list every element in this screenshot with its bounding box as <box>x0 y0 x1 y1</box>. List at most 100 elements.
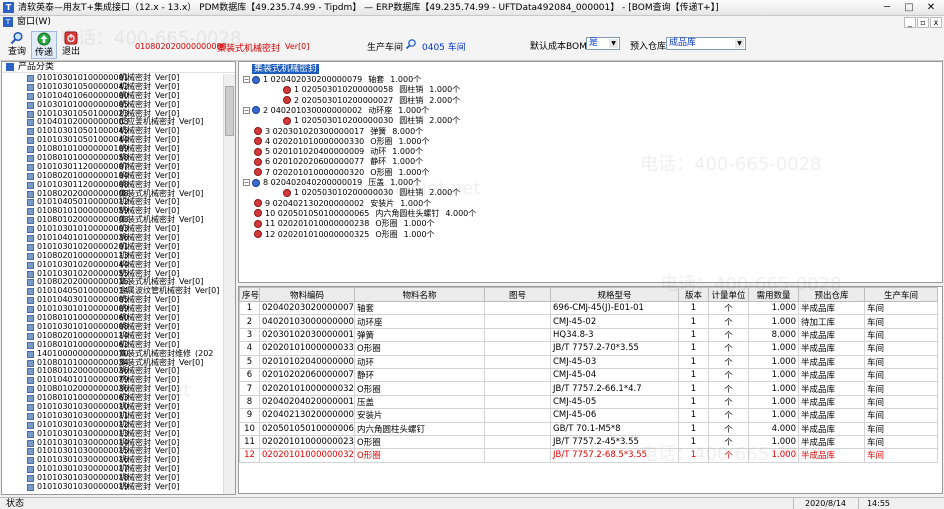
tree-node-qty: 8.000个 <box>392 126 424 136</box>
transfer-icon <box>37 32 51 46</box>
collapse-toggle-icon[interactable]: − <box>243 106 250 114</box>
bom-select[interactable]: 是 ▼ <box>586 37 620 50</box>
tree-node[interactable]: − 2 040201030000000002 动环座 1.000个 <box>243 106 429 116</box>
table-cell: CMJ-45-04 <box>550 367 679 383</box>
product-list: 010103010100000001机械密封 Ver[0] 010103010500… <box>2 73 223 492</box>
product-icon <box>27 430 34 438</box>
tree-node-code: 7 020201010000000320 <box>265 167 365 177</box>
column-header[interactable]: 物料编码 <box>259 287 355 302</box>
part-icon <box>252 106 260 115</box>
tree-node[interactable]: 7 020201010000000320 O形圈 1.000个 <box>243 168 429 178</box>
tree-node[interactable]: 1 020503010200000058 圆柱销 1.000个 <box>283 85 460 95</box>
table-cell: 车间 <box>864 341 938 356</box>
table-cell: 个 <box>708 448 749 463</box>
tree-node-qty: 2.000个 <box>429 116 461 126</box>
chevron-down-icon: ▼ <box>609 39 618 48</box>
tree-node[interactable]: 3 020301020300000017 弹簧 8.000个 <box>243 127 423 137</box>
warehouse-select[interactable]: 成品库 ▼ <box>666 37 746 50</box>
warehouse-label: 预入仓库 <box>630 42 667 52</box>
tree-node[interactable]: 1 020503010200000030 圆柱销 2.000个 <box>283 116 460 126</box>
exit-button[interactable]: 退出 <box>58 31 84 59</box>
maximize-button[interactable]: □ <box>898 1 920 15</box>
product-name: 机械密封 <box>119 464 151 474</box>
category-scrollbar[interactable] <box>223 74 235 494</box>
tree-node[interactable]: 10 020501050100000065 内六角圆柱头螺钉 4.000个 <box>243 209 476 219</box>
tree-node[interactable]: 12 020201010000000325 O形圈 1.000个 <box>243 230 435 240</box>
table-row[interactable]: 9 020402130200000002 安装片 CMJ-45-06 1 个 1.000 半成… <box>239 408 938 423</box>
product-icon <box>27 412 34 420</box>
product-name: 机械密封 <box>119 161 151 171</box>
part-icon <box>283 85 291 94</box>
table-row[interactable]: 4 020201010000000330 O形圈 JB/T 7757.2-70*3.5… <box>239 341 938 356</box>
collapse-toggle-icon[interactable]: − <box>243 179 250 186</box>
table-cell: 半成品库 <box>798 394 865 410</box>
product-name: 机械密封 <box>119 241 151 251</box>
table-cell: 1.000 <box>748 394 799 410</box>
column-header[interactable]: 图号 <box>484 287 551 302</box>
transfer-button[interactable]: 传递 <box>31 31 57 59</box>
table-cell: CMJ-45-02 <box>550 314 679 329</box>
column-header[interactable]: 预出仓库 <box>798 287 865 302</box>
minimize-button[interactable]: ─ <box>876 1 898 15</box>
table-row[interactable]: 3 020301020300000017 弹簧 HQ34.8-3 1 个 8.000 半成品库… <box>239 327 938 343</box>
mdi-restore-button[interactable]: ▫ <box>917 17 929 28</box>
menu-window[interactable]: 窗口(W) <box>17 16 51 29</box>
table-cell: 个 <box>708 341 749 356</box>
table-cell: 半成品库 <box>798 421 865 436</box>
table-cell: O形圈 <box>354 381 485 396</box>
tree-node[interactable]: 6 020102020600000077 静环 1.000个 <box>243 157 423 167</box>
table-row[interactable]: 11 020201010000000238 O形圈 JB/T 7757.2-45*3.… <box>239 434 938 450</box>
tree-node[interactable]: 9 020402130200000002 安装片 1.000个 <box>243 199 431 209</box>
table-cell: 内六角圆柱头螺钉 <box>354 421 485 436</box>
document-code: 010802020000000008 <box>135 42 227 51</box>
table-row[interactable]: 7 020201010000000320 O形圈 JB/T 7757.2-66.1*4… <box>239 381 938 396</box>
table-row[interactable]: 2 040201030000000002 动环座 CMJ-45-02 1 个 1.000 待加… <box>239 314 938 329</box>
tree-node[interactable]: 2 020503010200000027 圆柱销 2.000个 <box>283 96 460 106</box>
query-button[interactable]: 查询 <box>4 31 30 59</box>
table-row[interactable]: 12 020201010000000325 O形圈 JB/T 7757.2-68.5*… <box>239 448 938 463</box>
product-version: Ver[0] <box>155 428 180 438</box>
workshop-search-icon[interactable] <box>405 38 417 50</box>
workshop-field[interactable]: 0405 车间 <box>422 40 466 53</box>
close-button[interactable]: ✕ <box>920 1 942 15</box>
table-row[interactable]: 8 020402040200000019 压盖 CMJ-45-05 1 个 1.000 半成品… <box>239 394 938 410</box>
table-row[interactable]: 10 020501050100000065 内六角圆柱头螺钉 GB/T 70.1-M5… <box>239 421 938 436</box>
product-version: Ver[0] <box>155 135 180 145</box>
table-cell: 个 <box>708 394 749 410</box>
table-cell: 1.000 <box>748 300 799 316</box>
tree-node[interactable]: 11 020201010000000238 O形圈 1.000个 <box>243 219 435 229</box>
tree-node-name: 压盖 <box>368 178 385 187</box>
mdi-close-button[interactable]: x <box>930 17 942 28</box>
column-header[interactable]: 物料名称 <box>354 287 485 302</box>
column-header[interactable]: 生产车间 <box>864 287 938 302</box>
mdi-minimize-button[interactable]: _ <box>904 17 916 28</box>
tree-node[interactable]: − 8 020402040200000019 压盖 1.000个 <box>243 178 421 188</box>
tree-node[interactable]: − 1 020402030200000079 轴套 1.000个 <box>243 75 421 85</box>
product-version: Ver[0] <box>155 419 180 429</box>
tree-node[interactable]: 5 020101020400000009 动环 1.000个 <box>243 147 423 157</box>
table-header-row: 序号 物料编码 物料名称 图号 规格型号 版本 计量单位 需用数量 预出仓库 生产车间 <box>239 287 938 302</box>
list-item[interactable]: 010103010300000019机械密封 Ver[0] <box>2 482 223 492</box>
product-version: Ver[0] <box>155 99 180 109</box>
table-row[interactable]: 5 020101020400000009 动环 CMJ-45-03 1 个 1.000 半成品… <box>239 354 938 369</box>
product-version: Ver[0] <box>155 259 180 269</box>
table-cell: 1 <box>678 394 709 410</box>
product-icon <box>27 395 34 403</box>
tree-root-node[interactable]: 集装式机械密封 <box>252 64 320 74</box>
scrollbar-thumb[interactable] <box>225 86 234 136</box>
query-label: 查询 <box>7 47 26 57</box>
tree-node[interactable]: 4 020201010000000330 O形圈 1.000个 <box>243 137 429 147</box>
tree-node[interactable]: 1 020503010200000030 圆柱销 2.000个 <box>283 188 460 198</box>
table-cell: 半成品库 <box>798 300 865 316</box>
column-header[interactable]: 需用数量 <box>748 287 799 302</box>
product-icon <box>27 92 34 100</box>
table-row[interactable]: 6 020102020600000077 静环 CMJ-45-04 1 个 1.000 半成品… <box>239 367 938 383</box>
column-header[interactable]: 序号 <box>239 287 260 302</box>
tree-node-code: 2 020503010200000027 <box>294 95 394 105</box>
table-row[interactable]: 1 020402030200000079 轴套 696-CMJ-45(J)-E01-0… <box>239 300 938 316</box>
column-header[interactable]: 计量单位 <box>708 287 749 302</box>
part-icon <box>254 230 262 238</box>
column-header[interactable]: 规格型号 <box>550 287 679 302</box>
column-header[interactable]: 版本 <box>678 287 709 302</box>
collapse-toggle-icon[interactable]: − <box>243 76 250 83</box>
